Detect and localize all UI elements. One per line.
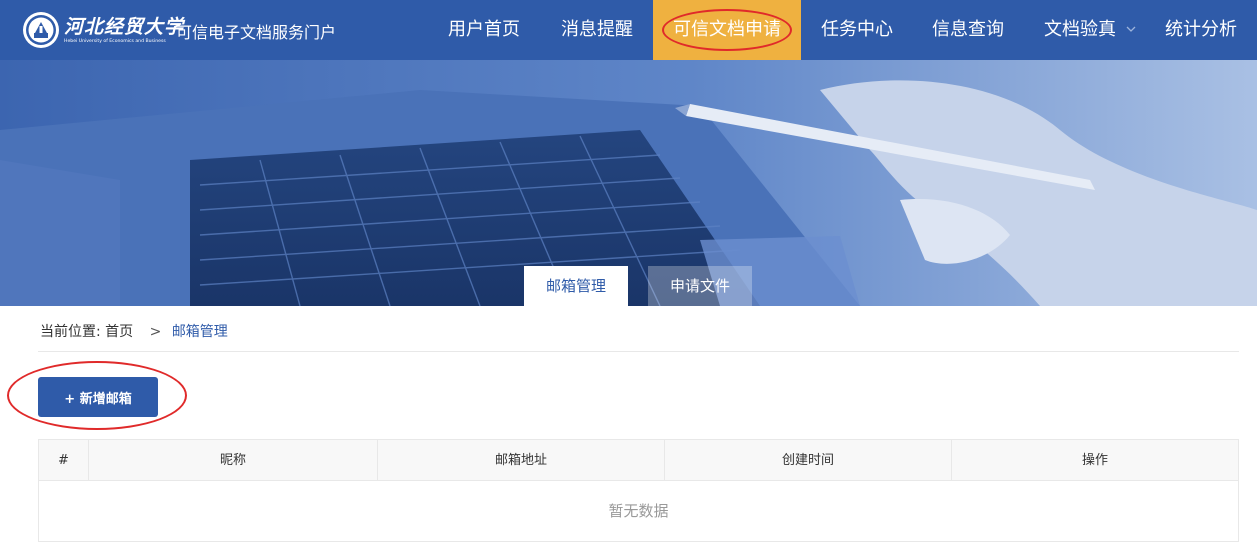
breadcrumb-current: 邮箱管理: [171, 324, 228, 340]
add-mailbox-button[interactable]: + 新增邮箱: [38, 377, 158, 417]
column-header-index: #: [39, 440, 89, 481]
chevron-down-icon[interactable]: [1125, 23, 1137, 35]
column-header-actions: 操作: [1081, 453, 1108, 468]
university-name: 河北经贸大学: [64, 16, 185, 38]
nav-task-center[interactable]: 任务中心: [803, 0, 911, 60]
top-navbar: 河北经贸大学 Hebei University of Economics and…: [0, 0, 1257, 60]
banner-laptop-image: [0, 60, 1257, 306]
table-empty-state: 暂无数据: [608, 502, 669, 520]
tab-mailbox-management[interactable]: 邮箱管理: [524, 266, 628, 306]
breadcrumb-prefix: 当前位置:: [40, 324, 101, 340]
table-header: # 昵称 邮箱地址 创建时间 操作: [39, 440, 1238, 481]
column-header-created-time: 创建时间: [665, 440, 952, 481]
hero-banner: 邮箱管理 申请文件: [0, 60, 1257, 306]
tab-apply-documents[interactable]: 申请文件: [648, 266, 752, 306]
divider: [38, 351, 1239, 352]
nav-statistics[interactable]: 统计分析: [1147, 0, 1255, 60]
portal-title: 可信电子文档服务门户: [176, 23, 337, 42]
column-header-nickname: 昵称: [89, 440, 378, 481]
nav-user-home[interactable]: 用户首页: [430, 0, 538, 60]
breadcrumb-separator: >: [149, 324, 162, 340]
nav-messages[interactable]: 消息提醒: [543, 0, 651, 60]
breadcrumb-home-link[interactable]: 首页: [105, 324, 133, 340]
breadcrumb: 当前位置: 首页 > 邮箱管理: [40, 321, 228, 341]
mailbox-table: # 昵称 邮箱地址 创建时间 操作 暂无数据: [38, 439, 1239, 542]
nav-trusted-doc-apply[interactable]: 可信文档申请: [653, 0, 801, 60]
university-emblem-icon: [23, 12, 59, 48]
university-english-name: Hebei University of Economics and Busine…: [64, 39, 166, 44]
column-header-email: 邮箱地址: [378, 440, 665, 481]
nav-doc-verify[interactable]: 文档验真: [1034, 0, 1126, 60]
nav-info-query[interactable]: 信息查询: [914, 0, 1022, 60]
